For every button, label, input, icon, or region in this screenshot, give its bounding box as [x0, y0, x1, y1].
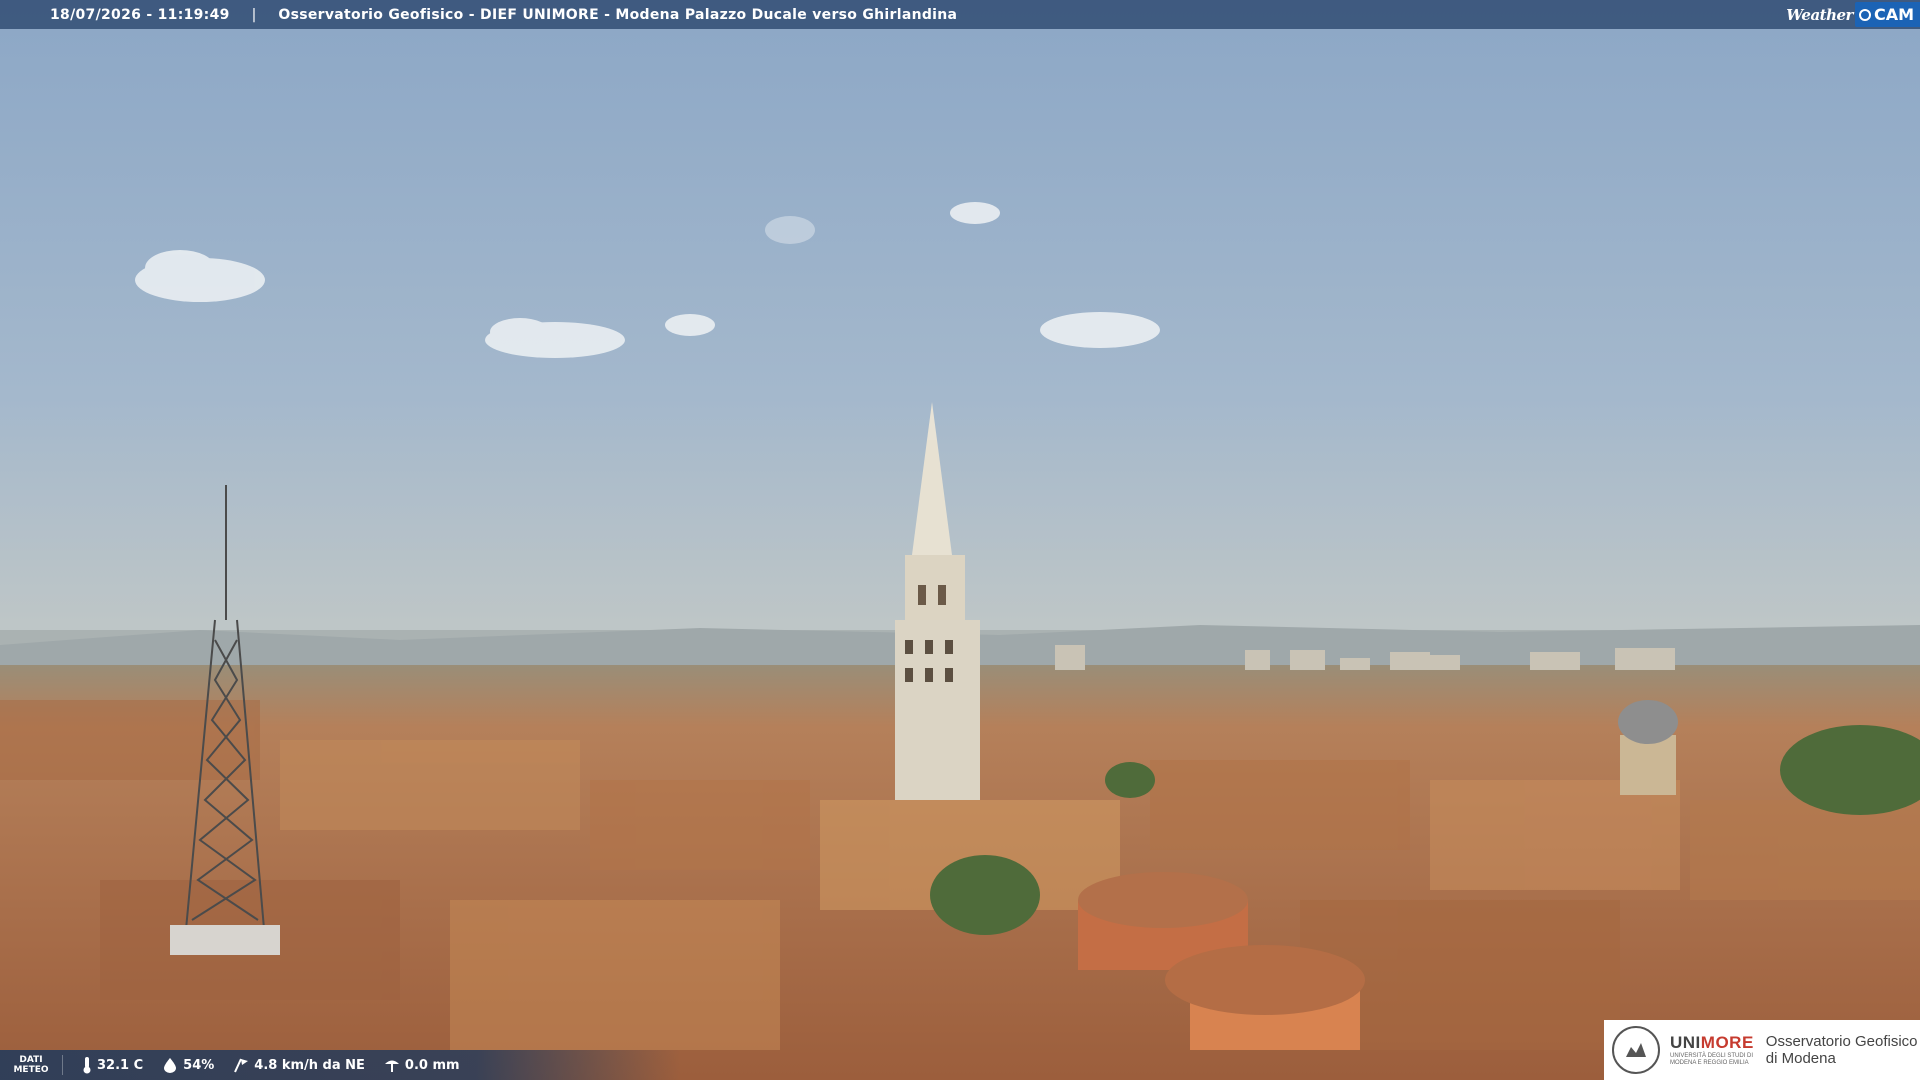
humidity-metric: 54% — [161, 1056, 214, 1074]
dome-right — [1618, 700, 1678, 795]
thermometer-icon — [83, 1057, 91, 1074]
wind-value: 4.8 km/h da NE — [254, 1057, 365, 1073]
camera-title: Osservatorio Geofisico - DIEF UNIMORE - … — [278, 6, 958, 23]
humidity-icon — [164, 1058, 177, 1073]
weather-data-bar: DATI METEO 32.1 C 54% 4.8 km/h da NE 0.0… — [0, 1050, 680, 1080]
meteo-label: METEO — [13, 1065, 49, 1075]
cam-badge: CAM — [1854, 2, 1920, 27]
unimore-seal-icon — [1612, 1026, 1660, 1074]
observatory-line-1: Osservatorio Geofisico — [1765, 1033, 1918, 1050]
humidity-value: 54% — [183, 1057, 215, 1073]
rain-gauge-icon — [384, 1060, 399, 1072]
header-separator: | — [251, 6, 257, 23]
unimore-more: MORE — [1700, 1033, 1754, 1052]
unimore-subtitle-1: UNIVERSITÀ DEGLI STUDI DI — [1670, 1053, 1754, 1059]
rain-metric: 0.0 mm — [383, 1056, 460, 1074]
unimore-wordmark: UNIMORE UNIVERSITÀ DEGLI STUDI DI MODENA… — [1670, 1033, 1754, 1067]
dati-label: DATI — [19, 1055, 43, 1065]
rain-value: 0.0 mm — [404, 1057, 460, 1073]
temperature-value: 32.1 C — [97, 1057, 144, 1073]
church-dome — [1165, 945, 1365, 1050]
temperature-metric: 32.1 C — [81, 1056, 143, 1074]
unimore-subtitle-2: MODENA E REGGIO EMILIA — [1670, 1060, 1749, 1066]
unimore-uni: UNI — [1670, 1033, 1701, 1052]
unimore-logo-panel: UNIMORE UNIVERSITÀ DEGLI STUDI DI MODENA… — [1604, 1020, 1920, 1080]
camera-lens-icon — [1858, 8, 1871, 21]
observatory-line-2: di Modena — [1765, 1050, 1836, 1067]
dati-meteo-label: DATI METEO — [0, 1055, 63, 1075]
wind-icon — [234, 1058, 249, 1073]
antenna-base — [170, 925, 280, 955]
webcam-image — [0, 0, 1920, 1080]
weathercam-logo: Weather CAM — [1786, 0, 1920, 29]
header-bar: 18/07/2026 - 11:19:49 | Osservatorio Geo… — [0, 0, 1920, 29]
weather-wordmark: Weather — [1786, 5, 1853, 24]
cam-wordmark: CAM — [1873, 5, 1914, 24]
timestamp: 18/07/2026 - 11:19:49 — [50, 6, 230, 23]
observatory-name: Osservatorio Geofisico di Modena — [1766, 1033, 1918, 1067]
wind-metric: 4.8 km/h da NE — [232, 1056, 365, 1074]
